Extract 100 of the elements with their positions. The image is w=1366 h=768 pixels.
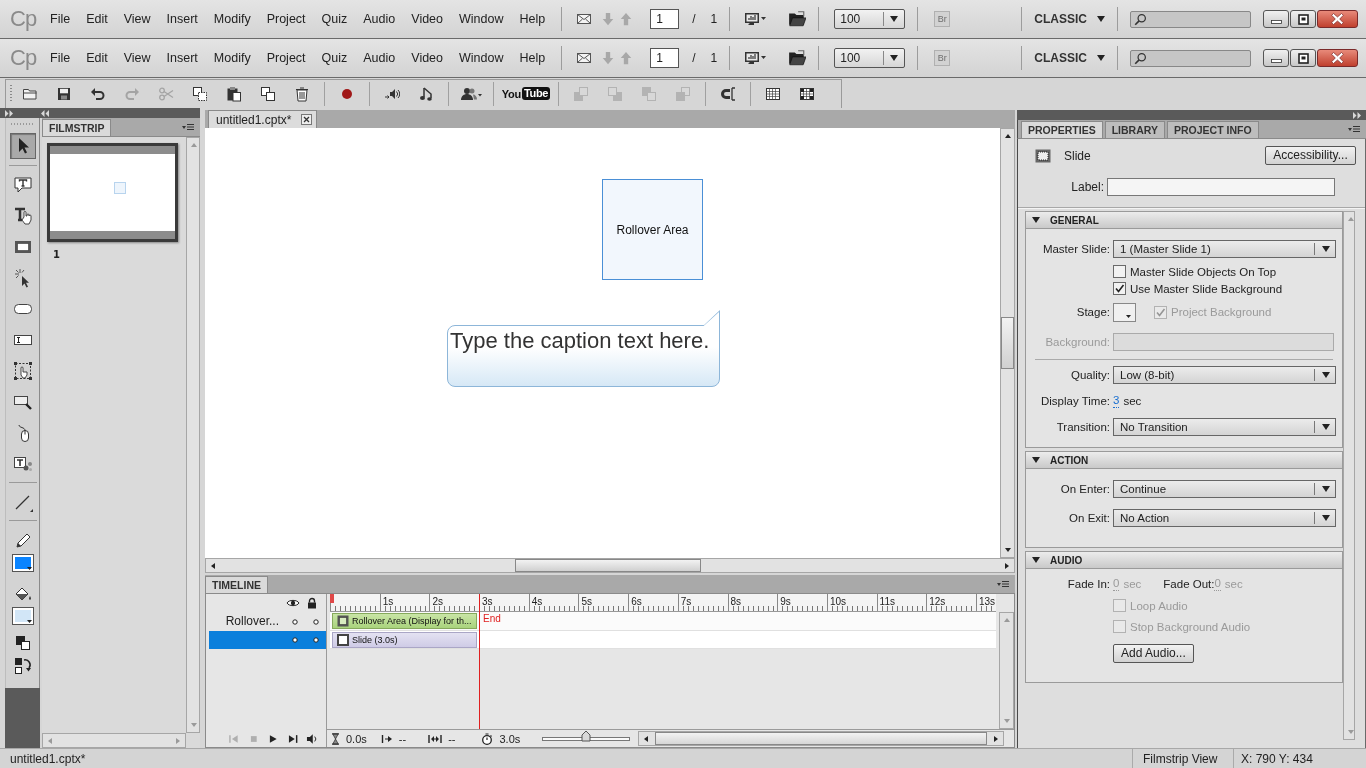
down-arrow-icon[interactable] xyxy=(1004,546,1012,554)
page-input[interactable]: 1 xyxy=(650,9,680,29)
text-hand-icon[interactable] xyxy=(12,205,33,226)
page-input[interactable]: 1 xyxy=(650,48,680,68)
checkbox[interactable] xyxy=(1113,265,1126,278)
minimize-button[interactable] xyxy=(1263,49,1289,67)
trash-icon[interactable] xyxy=(294,85,310,102)
close-button[interactable] xyxy=(1317,49,1358,67)
menu-item[interactable]: View xyxy=(123,11,151,27)
lock-icon[interactable] xyxy=(307,597,317,609)
minimize-button[interactable] xyxy=(1263,10,1289,28)
menu-item[interactable]: File xyxy=(50,50,71,66)
pointer-icon[interactable] xyxy=(9,132,36,159)
zoom-dropdown[interactable]: 100 xyxy=(834,9,906,29)
scrollbar-thumb[interactable] xyxy=(655,732,988,745)
monitor-icon[interactable] xyxy=(744,11,767,27)
panel-tab[interactable]: PROJECT INFO xyxy=(1166,121,1259,138)
close-button[interactable] xyxy=(1317,10,1358,28)
vertical-scrollbar[interactable] xyxy=(1000,128,1015,558)
menu-item[interactable]: Video xyxy=(411,50,443,66)
folder-icon[interactable] xyxy=(788,10,807,28)
grid-corners-icon[interactable] xyxy=(799,85,815,102)
menu-item[interactable]: Modify xyxy=(213,11,251,27)
slide-thumbnail[interactable] xyxy=(47,143,178,242)
frame-hand-icon[interactable] xyxy=(12,360,33,381)
add-audio-button[interactable]: Add Audio... xyxy=(1113,644,1194,663)
menu-item[interactable]: Window xyxy=(459,11,504,27)
dot-icon[interactable] xyxy=(313,637,319,643)
slide-bar[interactable]: Slide (3.0s) xyxy=(332,631,477,648)
menu-item[interactable]: Insert xyxy=(166,11,198,27)
skip-forward-icon[interactable] xyxy=(286,732,299,745)
section-header[interactable]: AUDIO xyxy=(1026,552,1342,569)
left-arrow-icon[interactable] xyxy=(209,562,217,570)
folder-icon[interactable] xyxy=(788,49,807,67)
section-header[interactable]: ACTION xyxy=(1026,452,1342,469)
checkbox-label[interactable]: Use Master Slide Background xyxy=(1130,282,1283,295)
magnet-icon[interactable] xyxy=(720,85,736,102)
people-icon[interactable] xyxy=(460,85,482,102)
close-icon[interactable] xyxy=(301,114,313,125)
checkbox-label[interactable]: Master Slide Objects On Top xyxy=(1130,265,1277,278)
speaker-icon[interactable] xyxy=(306,732,318,745)
menu-item[interactable]: Edit xyxy=(86,11,108,27)
envelope-icon[interactable] xyxy=(576,11,593,27)
dot-icon[interactable] xyxy=(313,618,319,625)
clipboard-icon[interactable] xyxy=(226,85,242,102)
label-input[interactable] xyxy=(1107,178,1335,196)
envelope-icon[interactable] xyxy=(576,50,593,66)
panel-menu-icon[interactable] xyxy=(182,123,194,131)
menu-item[interactable]: View xyxy=(123,50,151,66)
object-bar[interactable]: Rollover Area (Display for th... xyxy=(332,613,477,629)
section-header[interactable]: GENERAL xyxy=(1026,212,1342,229)
scrollbar-thumb[interactable] xyxy=(1001,317,1014,369)
menu-item[interactable]: Window xyxy=(459,50,504,66)
right-arrow-icon[interactable] xyxy=(1003,562,1011,570)
double-arrow-icon[interactable] xyxy=(41,109,49,117)
panel-tab[interactable]: LIBRARY xyxy=(1104,121,1165,138)
color-picker[interactable] xyxy=(1113,302,1136,322)
horizontal-scrollbar[interactable] xyxy=(638,731,1005,746)
monitor-icon[interactable] xyxy=(744,50,767,66)
play-icon[interactable] xyxy=(267,732,279,745)
document-tab[interactable]: untitled1.cptx* xyxy=(208,110,318,128)
panel-menu-icon[interactable] xyxy=(1348,125,1360,133)
menu-item[interactable]: Quiz xyxy=(321,50,348,66)
left-arrow-icon[interactable] xyxy=(642,735,651,743)
time-ruler[interactable]: 1s 2s 3s 4s 5s 6s 7s 8s 9s 10s 11s 12s 13s xyxy=(330,594,996,612)
dashed-squares-icon[interactable] xyxy=(192,85,208,102)
menu-item[interactable]: File xyxy=(50,11,71,27)
double-arrow-icon[interactable] xyxy=(5,109,13,117)
overlapping-squares-icon[interactable] xyxy=(260,85,276,102)
accessibility-button[interactable]: Accessibility... xyxy=(1265,146,1356,165)
checkbox[interactable] xyxy=(1113,282,1126,295)
menu-item[interactable]: Video xyxy=(411,11,443,27)
eye-icon[interactable] xyxy=(286,598,300,608)
bridge-button[interactable]: Br xyxy=(934,11,951,27)
menu-item[interactable]: Modify xyxy=(213,50,251,66)
workspace-switcher[interactable]: CLASSIC xyxy=(1034,51,1105,65)
panel-tab[interactable]: TIMELINE xyxy=(205,576,268,593)
dropdown[interactable]: Continue xyxy=(1113,480,1336,498)
menu-item[interactable]: Help xyxy=(519,11,546,27)
save-icon[interactable] xyxy=(56,85,72,102)
dropdown[interactable]: No Action xyxy=(1113,509,1336,527)
layer-row[interactable]: Rollover... xyxy=(209,612,326,631)
text-bubble-icon[interactable] xyxy=(12,174,33,195)
dot-icon[interactable] xyxy=(292,618,298,625)
music-note-icon[interactable] xyxy=(418,85,434,102)
dropdown[interactable]: Low (8-bit) xyxy=(1113,366,1336,384)
start-marker[interactable] xyxy=(330,594,334,603)
menu-item[interactable]: Quiz xyxy=(321,11,348,27)
menu-item[interactable]: Help xyxy=(519,50,546,66)
up-arrow-icon[interactable] xyxy=(1004,132,1012,140)
search-field[interactable] xyxy=(1130,49,1251,67)
panel-tab[interactable]: PROPERTIES xyxy=(1021,121,1103,138)
workspace-switcher[interactable]: CLASSIC xyxy=(1034,12,1105,26)
panel-tab[interactable]: FILMSTRIP xyxy=(42,119,112,136)
scrollbar-thumb[interactable] xyxy=(515,559,701,572)
double-arrow-icon[interactable] xyxy=(1353,111,1361,119)
grid-icon[interactable] xyxy=(765,85,781,102)
horizontal-scrollbar[interactable] xyxy=(205,558,1015,573)
maximize-button[interactable] xyxy=(1290,49,1316,67)
search-field[interactable] xyxy=(1130,10,1251,28)
